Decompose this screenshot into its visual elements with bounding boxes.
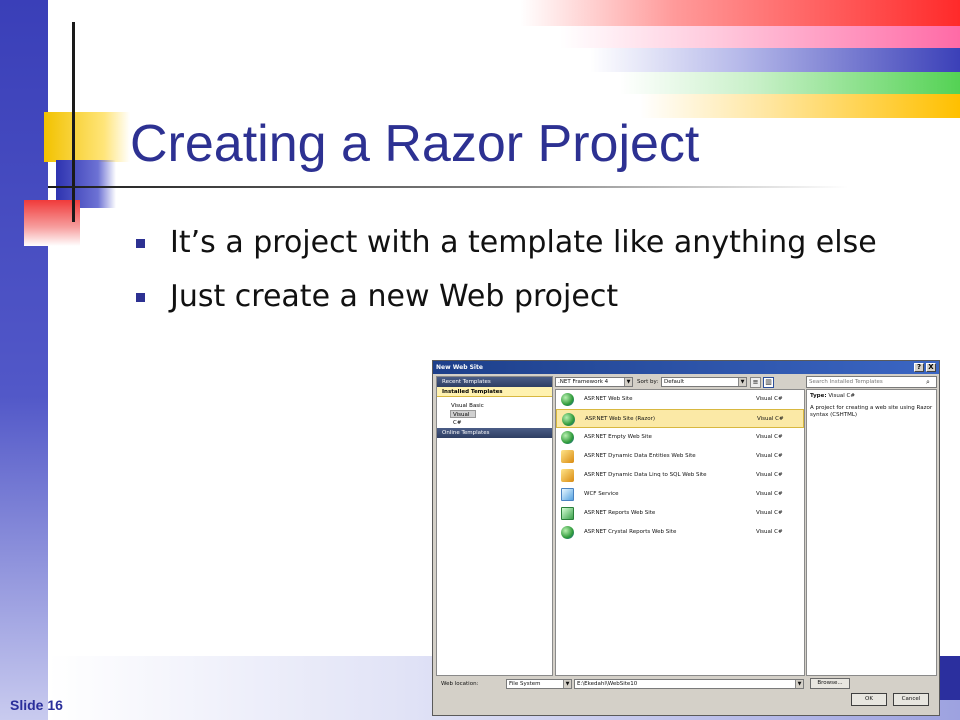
dialog-title-bar: New Web Site ? X — [433, 361, 939, 374]
top-right-green-band — [620, 72, 960, 94]
dynamic-data-icon — [561, 450, 574, 463]
chevron-down-icon: ▼ — [624, 378, 632, 386]
search-icon[interactable]: ⌕ — [926, 377, 935, 387]
search-placeholder: Search Installed Templates — [809, 379, 883, 385]
template-name: ASP.NET Web Site — [584, 396, 633, 402]
bullet-list: It’s a project with a template like anyt… — [134, 222, 894, 330]
web-location-path-input[interactable]: E:\Ekedahl\WebSite10 ▼ — [574, 679, 804, 689]
yellow-accent-square — [44, 112, 130, 162]
top-right-blue-band — [590, 48, 960, 72]
template-language: Visual C# — [757, 416, 784, 422]
dynamic-data-icon — [561, 469, 574, 482]
template-row[interactable]: ASP.NET Reports Web Site Visual C# — [556, 504, 804, 523]
chevron-down-icon: ▼ — [795, 680, 803, 688]
template-name: ASP.NET Dynamic Data Entities Web Site — [584, 453, 696, 459]
browse-button[interactable]: Browse... — [810, 678, 850, 689]
framework-select[interactable]: .NET Framework 4 ▼ — [555, 377, 633, 387]
bullet-text: It’s a project with a template like anyt… — [170, 225, 877, 260]
dialog-buttons: OK Cancel — [433, 693, 939, 706]
category-visual-csharp[interactable]: Visual C# — [450, 410, 476, 426]
close-button[interactable]: X — [926, 363, 936, 372]
template-name: ASP.NET Web Site (Razor) — [585, 416, 656, 422]
template-name: ASP.NET Reports Web Site — [584, 510, 656, 516]
help-button[interactable]: ? — [914, 363, 924, 372]
bullet-marker — [136, 293, 145, 302]
sort-value: Default — [664, 379, 685, 385]
slide-number: Slide 16 — [10, 697, 63, 713]
template-row[interactable]: ASP.NET Empty Web Site Visual C# — [556, 428, 804, 447]
category-visual-basic[interactable]: Visual Basic — [437, 402, 552, 410]
web-location-type-select[interactable]: File System ▼ — [506, 679, 572, 689]
template-language: Visual C# — [756, 510, 783, 516]
left-accent-bar — [0, 0, 48, 720]
top-right-pink-band — [560, 26, 960, 48]
type-value: Visual C# — [828, 393, 855, 399]
template-toolbar: .NET Framework 4 ▼ Sort by: Default ▼ ≡ … — [555, 376, 805, 388]
template-description: A project for creating a web site using … — [810, 405, 933, 418]
details-view-icon[interactable]: ▥ — [763, 377, 774, 388]
web-location-type: File System — [509, 681, 541, 687]
new-web-site-dialog: New Web Site ? X Recent Templates Instal… — [432, 360, 940, 716]
web-location-label: Web location: — [441, 681, 479, 687]
template-name: ASP.NET Crystal Reports Web Site — [584, 529, 677, 535]
template-name: ASP.NET Dynamic Data Linq to SQL Web Sit… — [584, 472, 707, 478]
template-name: ASP.NET Empty Web Site — [584, 434, 652, 440]
template-language: Visual C# — [756, 396, 783, 402]
template-row-selected[interactable]: ASP.NET Web Site (Razor) Visual C# — [556, 409, 804, 428]
template-name: WCF Service — [584, 491, 619, 497]
framework-value: .NET Framework 4 — [558, 379, 609, 385]
template-language: Visual C# — [756, 491, 783, 497]
template-row[interactable]: ASP.NET Crystal Reports Web Site Visual … — [556, 523, 804, 542]
installed-templates-header[interactable]: Installed Templates — [437, 387, 552, 397]
slide-title: Creating a Razor Project — [130, 115, 700, 173]
web-globe-icon — [562, 413, 575, 426]
template-row[interactable]: ASP.NET Web Site Visual C# — [556, 390, 804, 409]
web-globe-icon — [561, 393, 574, 406]
chevron-down-icon: ▼ — [738, 378, 746, 386]
wcf-service-icon — [561, 488, 574, 501]
top-right-red-band — [520, 0, 960, 26]
chevron-down-icon: ▼ — [563, 680, 571, 688]
vertical-rule — [72, 22, 75, 222]
type-label: Type: — [810, 393, 827, 399]
template-language: Visual C# — [756, 453, 783, 459]
web-location-path: E:\Ekedahl\WebSite10 — [577, 681, 638, 687]
web-globe-icon — [561, 431, 574, 444]
template-row[interactable]: ASP.NET Dynamic Data Linq to SQL Web Sit… — [556, 466, 804, 485]
bullet-text: Just create a new Web project — [170, 279, 619, 314]
sort-select[interactable]: Default ▼ — [661, 377, 747, 387]
sort-label: Sort by: — [637, 379, 659, 385]
template-language: Visual C# — [756, 529, 783, 535]
horizontal-rule — [48, 186, 848, 188]
dialog-title: New Web Site — [436, 364, 483, 371]
report-icon — [561, 507, 574, 520]
template-details-pane: Type: Visual C# A project for creating a… — [806, 389, 937, 676]
template-search-input[interactable]: Search Installed Templates ⌕ — [806, 376, 937, 388]
template-categories-pane: Recent Templates Installed Templates Vis… — [436, 376, 553, 676]
cancel-button[interactable]: Cancel — [893, 693, 929, 706]
recent-templates-header[interactable]: Recent Templates — [437, 377, 552, 387]
web-location-row: Web location: File System ▼ E:\Ekedahl\W… — [436, 678, 936, 690]
template-language: Visual C# — [756, 472, 783, 478]
template-list: ASP.NET Web Site Visual C# ASP.NET Web S… — [555, 389, 805, 676]
bullet-item: It’s a project with a template like anyt… — [134, 222, 894, 264]
bullet-item: Just create a new Web project — [134, 276, 894, 318]
ok-button[interactable]: OK — [851, 693, 887, 706]
template-row[interactable]: ASP.NET Dynamic Data Entities Web Site V… — [556, 447, 804, 466]
list-view-icon[interactable]: ≡ — [750, 377, 761, 388]
bullet-marker — [136, 239, 145, 248]
template-row[interactable]: WCF Service Visual C# — [556, 485, 804, 504]
online-templates-header[interactable]: Online Templates — [437, 428, 552, 438]
template-language: Visual C# — [756, 434, 783, 440]
crystal-report-icon — [561, 526, 574, 539]
